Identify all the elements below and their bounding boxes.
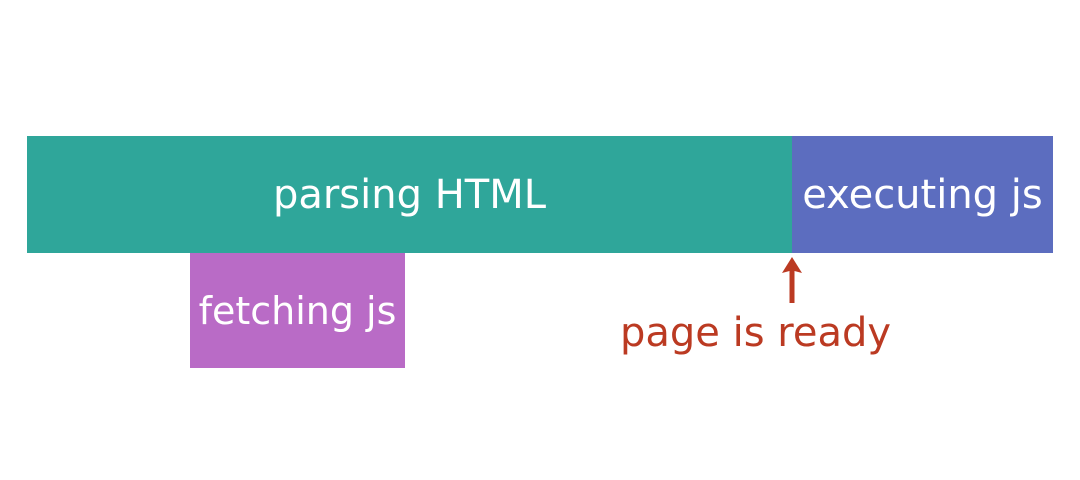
fetching-js-block: fetching js — [190, 253, 405, 368]
executing-js-block: executing js — [792, 136, 1053, 253]
arrow-up-icon — [782, 257, 802, 303]
fetching-js-label: fetching js — [198, 288, 397, 333]
page-ready-label: page is ready — [620, 310, 892, 356]
parsing-html-block: parsing HTML — [27, 136, 792, 253]
parsing-html-label: parsing HTML — [272, 171, 547, 218]
executing-js-label: executing js — [802, 171, 1043, 218]
arrow-head — [782, 257, 802, 303]
